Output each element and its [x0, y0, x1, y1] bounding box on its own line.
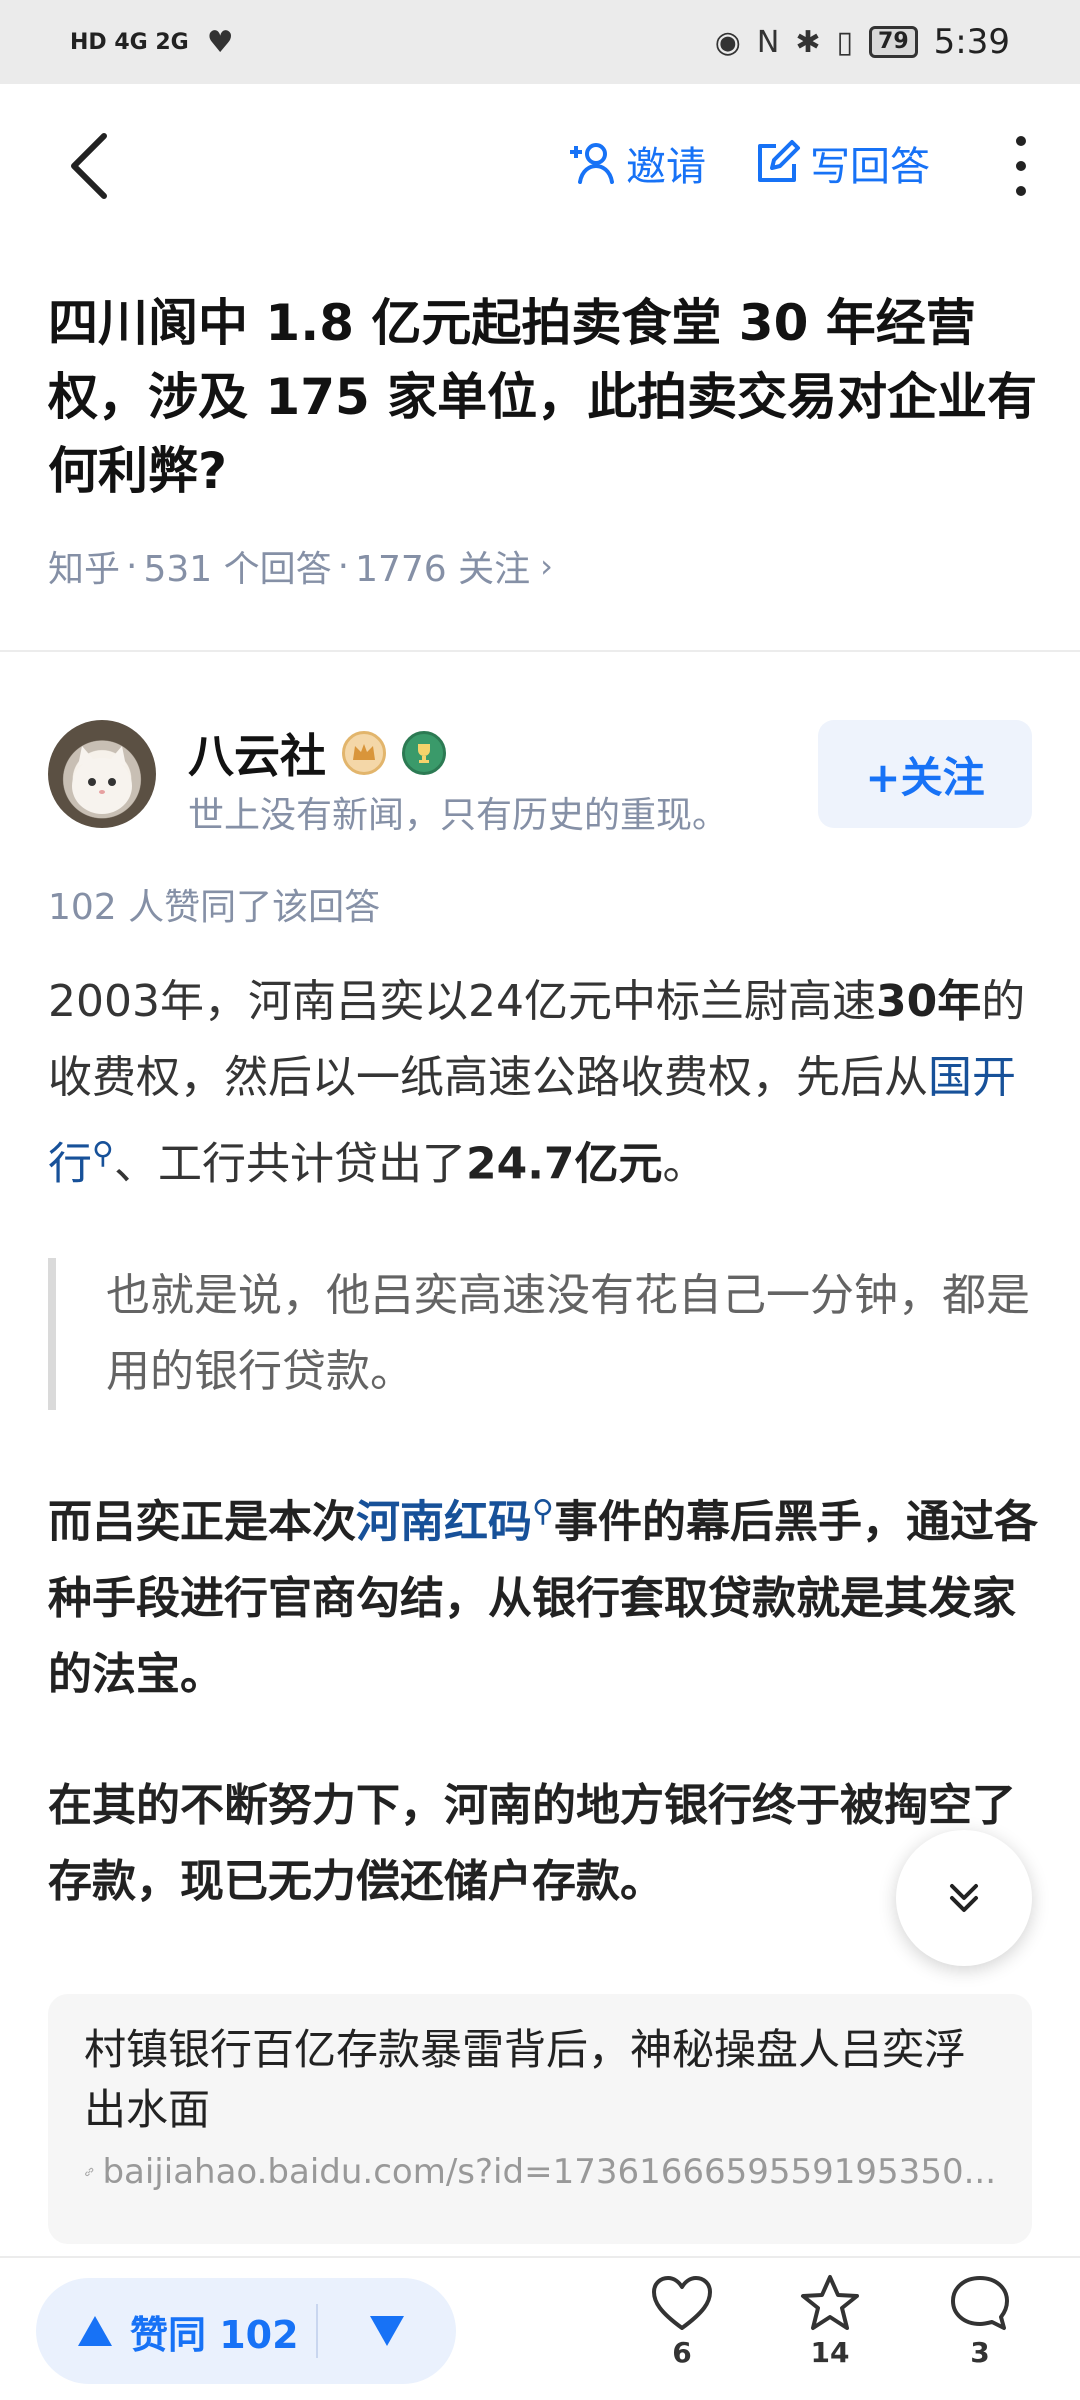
clock: 5:39 — [933, 22, 1010, 62]
network-indicators: HD 4G 2G — [70, 29, 189, 55]
meta-followers: 1776 关注 — [355, 549, 531, 590]
heart-icon — [652, 2276, 712, 2330]
star-icon — [801, 2275, 859, 2330]
scroll-next-button[interactable] — [896, 1830, 1032, 1966]
triangle-down-icon — [370, 2316, 404, 2346]
back-button[interactable] — [60, 126, 120, 206]
trophy-badge-icon — [402, 731, 446, 775]
question-title[interactable]: 四川阆中 1.8 亿元起拍卖食堂 30 年经营权，涉及 175 家单位，此拍卖交… — [48, 286, 1038, 508]
downvote-button[interactable] — [318, 2314, 456, 2348]
double-chevron-down-icon — [950, 1884, 978, 1912]
section-divider — [0, 650, 1080, 652]
blockquote: 也就是说，他吕奕高速没有花自己一分钟，都是用的银行贷款。 — [48, 1258, 1038, 1410]
battery-indicator: 79 — [869, 26, 918, 58]
vibrate-icon: ▯ — [836, 24, 854, 60]
triangle-up-icon — [78, 2316, 112, 2346]
health-icon: ♥ — [206, 24, 234, 60]
status-right: ◉ N ✱ ▯ 79 5:39 — [715, 22, 1010, 62]
link-card-url: baijiahao.baidu.com/s?id=173616665955919… — [102, 2152, 996, 2192]
more-dot-icon — [1016, 161, 1026, 171]
question-meta[interactable]: 知乎 · 531 个回答 · 1776 关注 › — [48, 540, 553, 592]
chevron-right-icon: › — [540, 547, 553, 585]
invite-button[interactable]: 邀请 — [566, 134, 706, 192]
author-avatar[interactable] — [48, 720, 156, 828]
link-card[interactable]: 村镇银行百亿存款暴雷背后，神秘操盘人吕奕浮出水面 baijiahao.baidu… — [48, 1994, 1032, 2244]
meta-source: 知乎 — [48, 549, 121, 590]
comment-count: 3 — [970, 2336, 990, 2369]
nav-actions: 邀请 写回答 — [566, 134, 930, 192]
nfc-icon: N — [756, 24, 780, 60]
link-card-url-row: baijiahao.baidu.com/s?id=173616665955919… — [84, 2152, 996, 2192]
author-bio: 世上没有新闻，只有历史的重现。 — [188, 795, 729, 836]
upvote-button[interactable]: 赞同 102 — [36, 2304, 316, 2359]
more-dot-icon — [1016, 136, 1026, 146]
author-name-row: 八云社 — [188, 720, 446, 786]
invite-label: 邀请 — [626, 144, 706, 190]
keyword-link-henan-red-code[interactable]: 河南红码 — [356, 1497, 532, 1548]
vote-pill: 赞同 102 — [36, 2278, 456, 2384]
search-icon[interactable]: ⚲ — [92, 1136, 114, 1171]
eye-icon: ◉ — [714, 24, 741, 60]
link-card-title: 村镇银行百亿存款暴雷背后，神秘操盘人吕奕浮出水面 — [84, 2025, 967, 2134]
text-run: 而吕奕正是本次 — [48, 1496, 356, 1548]
upvote-label: 赞同 102 — [130, 2312, 299, 2357]
author-name[interactable]: 八云社 — [188, 720, 326, 786]
like-count: 6 — [672, 2336, 692, 2369]
answer-paragraph-3: 在其的不断努力下，河南的地方银行终于被掏空了存款，现已无力偿还储户存款。 — [48, 1780, 1016, 1907]
status-left: HD 4G 2G ♥ — [70, 25, 234, 60]
answer-paragraph-1: 2003年，河南吕奕以24亿元中标兰尉高速30年的收费权，然后以一纸高速公路收费… — [48, 964, 1038, 1203]
more-menu-button[interactable] — [1006, 136, 1036, 196]
text-run: 2003年，河南吕奕以24亿元中标兰尉高速 — [48, 976, 876, 1027]
favorite-button[interactable]: 14 — [780, 2274, 880, 2369]
comment-button[interactable]: 3 — [930, 2274, 1030, 2369]
bottom-action-bar: 赞同 102 6 14 3 — [0, 2256, 1080, 2400]
like-button[interactable]: 6 — [632, 2274, 732, 2369]
status-bar: HD 4G 2G ♥ ◉ N ✱ ▯ 79 5:39 — [0, 0, 1080, 84]
more-dot-icon — [1016, 186, 1026, 196]
meta-separator: · — [337, 545, 350, 587]
answer-paragraph-2: 而吕奕正是本次河南红码⚲事件的幕后黑手，通过各种手段进行官商勾结，从银行套取贷款… — [48, 1474, 1038, 1713]
link-icon — [85, 2167, 94, 2177]
comment-bubble-icon — [951, 2276, 1009, 2330]
meta-answers: 531 个回答 — [143, 549, 332, 590]
bluetooth-icon: ✱ — [795, 24, 821, 60]
meta-separator: · — [126, 545, 138, 587]
text-run: 、工行共计贷出了 — [113, 1138, 466, 1190]
write-answer-label: 写回答 — [810, 144, 930, 190]
bold-text: 30年 — [875, 976, 982, 1027]
back-arrow-icon — [71, 133, 107, 199]
upvote-summary: 102 人赞同了该回答 — [48, 887, 381, 928]
add-person-icon — [570, 143, 614, 184]
favorite-count: 14 — [810, 2336, 850, 2369]
write-answer-button[interactable]: 写回答 — [750, 134, 930, 192]
text-run: 。 — [662, 1138, 707, 1190]
bold-text: 24.7亿元 — [465, 1138, 663, 1190]
search-icon[interactable]: ⚲ — [532, 1494, 554, 1529]
edit-icon — [758, 140, 800, 182]
crown-badge-icon — [342, 731, 386, 775]
cat-avatar-icon — [72, 746, 132, 814]
follow-button[interactable]: +关注 — [818, 720, 1032, 828]
top-nav: 邀请 写回答 — [0, 84, 1080, 244]
